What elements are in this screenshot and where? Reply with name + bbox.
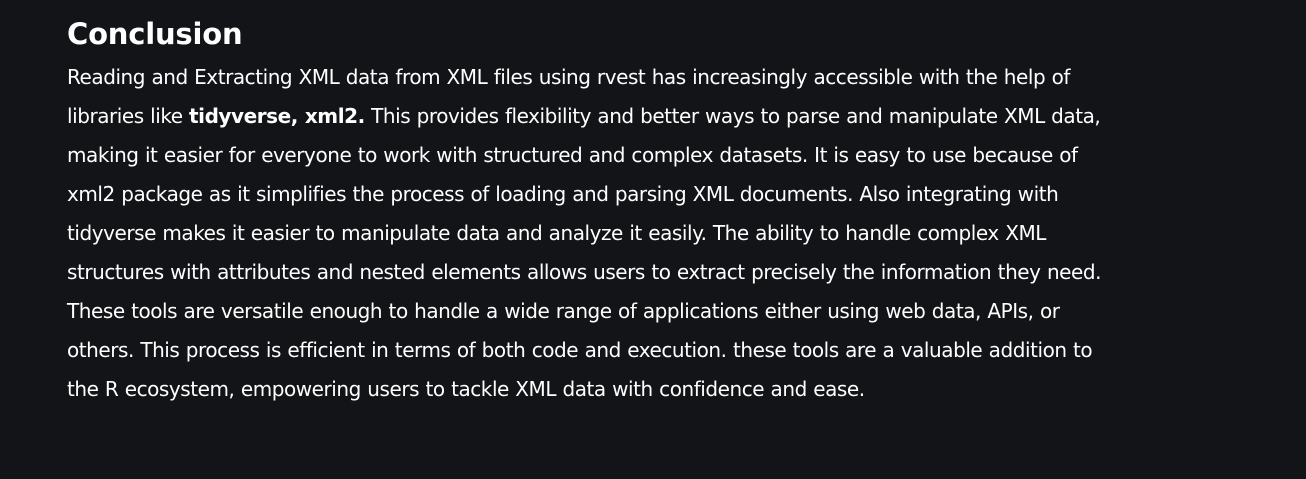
conclusion-section: Conclusion Reading and Extracting XML da…: [67, 14, 1127, 409]
conclusion-paragraph: Reading and Extracting XML data from XML…: [67, 58, 1127, 409]
section-heading: Conclusion: [67, 17, 243, 51]
paragraph-text-end: This provides flexibility and better way…: [67, 104, 1102, 401]
paragraph-bold-libraries: tidyverse, xml2.: [189, 104, 365, 128]
